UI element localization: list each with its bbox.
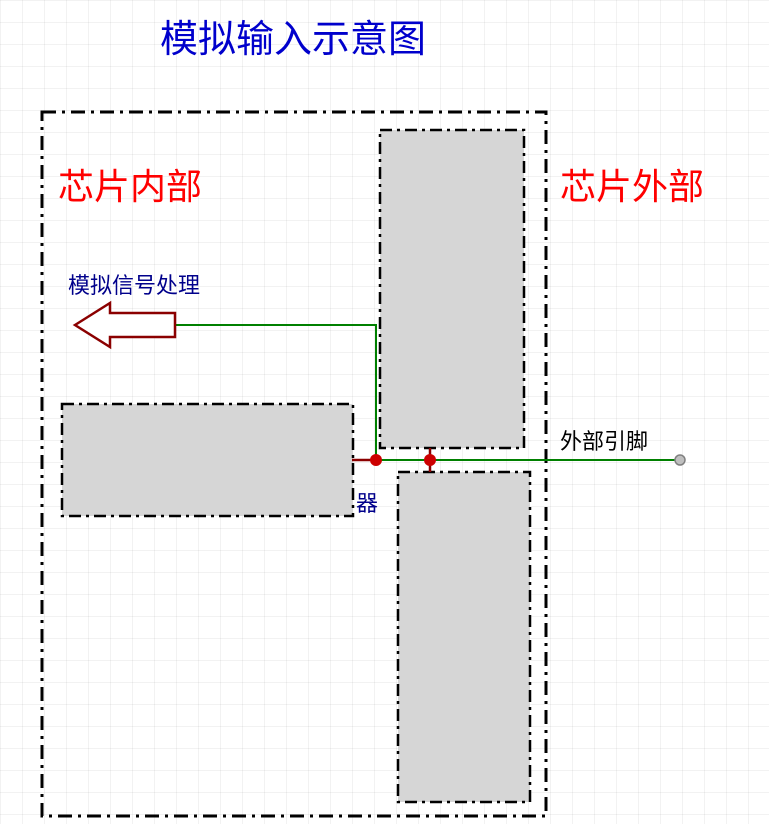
label-chip-inside: 芯片内部 <box>58 158 202 210</box>
label-external-pin: 外部引脚 <box>560 424 648 456</box>
diagram-svg <box>0 0 769 824</box>
junction-node-2 <box>424 454 436 466</box>
label-device-suffix: 器 <box>356 486 378 518</box>
left-grey-box <box>62 404 353 516</box>
label-analog-signal-processing: 模拟信号处理 <box>68 268 200 300</box>
upper-right-grey-box <box>380 130 524 448</box>
lower-right-grey-box <box>398 472 530 802</box>
arrow-analog-signal <box>75 303 175 347</box>
label-chip-outside: 芯片外部 <box>560 158 704 210</box>
external-pin-terminal <box>675 455 685 465</box>
junction-node-1 <box>370 454 382 466</box>
